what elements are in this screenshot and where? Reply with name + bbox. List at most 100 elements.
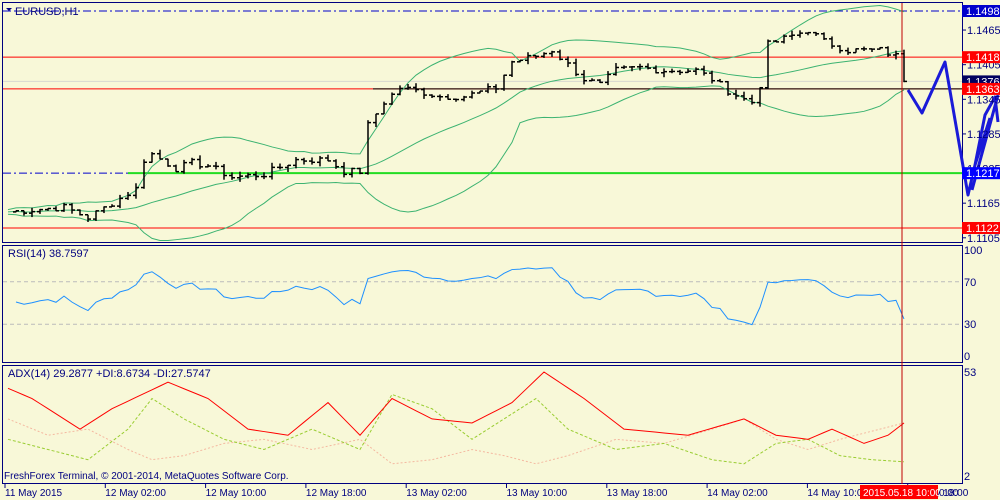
ohlc-bar — [189, 157, 195, 166]
adx-pane-frame — [2, 365, 963, 484]
ohlc-bar — [205, 164, 211, 168]
time-label: 11 May 2015 — [5, 488, 63, 499]
ohlc-bar — [293, 157, 299, 169]
price-tick-label: 1.1465 — [967, 25, 1000, 37]
ohlc-bar — [789, 30, 795, 40]
price-level-label: 1.1217 — [966, 168, 1000, 180]
bollinger-lower — [7, 85, 905, 242]
ohlc-bar — [421, 87, 427, 99]
ohlc-bar — [669, 68, 675, 74]
time-label: 14 May 10:00 — [807, 488, 868, 499]
ohlc-bar — [21, 210, 27, 216]
ohlc-bar — [877, 46, 883, 50]
price-tick-label: 1.1165 — [967, 198, 1000, 210]
ohlc-bar — [861, 46, 867, 51]
ohlc-bar — [301, 157, 307, 165]
adx-label: ADX(14) 29.2877 +DI:8.6734 -DI:27.5747 — [8, 368, 211, 380]
ohlc-bar — [453, 98, 459, 102]
ohlc-bar — [549, 50, 555, 57]
rsi-tick-label: 0 — [964, 351, 970, 363]
price-tick-label: 1.1285 — [967, 129, 1000, 141]
ohlc-bar — [693, 67, 699, 75]
ohlc-bar — [869, 48, 875, 52]
ohlc-bar — [605, 71, 611, 86]
price-level-label: 1.1498 — [966, 6, 1000, 18]
ohlc-bar — [181, 159, 187, 174]
ohlc-bar — [677, 69, 683, 75]
ohlc-bar — [813, 31, 819, 37]
ohlc-bar — [621, 65, 627, 69]
ohlc-bar — [445, 94, 451, 100]
ohlc-bar — [781, 34, 787, 44]
ohlc-bar — [885, 46, 891, 57]
ohlc-bar — [53, 206, 59, 212]
time-label-tail: 0:00 — [939, 488, 959, 499]
ohlc-bar — [173, 164, 179, 173]
adx-indicator — [7, 371, 905, 465]
adx-tick-label: 2 — [964, 471, 970, 483]
ohlc-bar — [133, 183, 139, 199]
ohlc-bar — [613, 63, 619, 76]
ohlc-bar — [325, 154, 331, 162]
time-label: 13 May 10:00 — [507, 488, 568, 499]
price-level-label: 1.1418 — [966, 52, 1000, 64]
ohlc-bar — [221, 164, 227, 180]
price-level-label: 1.1363 — [966, 84, 1000, 96]
ohlc-bar — [165, 158, 171, 167]
ohlc-bar — [197, 155, 203, 170]
ohlc-bar — [381, 101, 387, 115]
horizontal-levels — [3, 10, 962, 229]
ohlc-bar — [309, 157, 315, 165]
ohlc-bar — [429, 94, 435, 98]
ohlc-bar — [853, 48, 859, 54]
cursor-time-label: 2015.05.18 10:00 — [863, 488, 941, 499]
ohlc-bar — [477, 90, 483, 94]
ohlc-bar — [13, 210, 19, 213]
ohlc-bar — [733, 89, 739, 100]
ohlc-bar — [413, 83, 419, 93]
ohlc-bar — [821, 32, 827, 40]
minus-di-line — [7, 418, 905, 465]
ohlc-bar — [101, 206, 107, 214]
time-label: 12 May 02:00 — [105, 488, 166, 499]
time-label: 12 May 18:00 — [306, 488, 367, 499]
ohlc-bar — [517, 59, 523, 63]
ohlc-bar — [645, 63, 651, 70]
ohlc-bar — [573, 58, 579, 77]
ohlc-bar — [805, 31, 811, 36]
ohlc-bar — [461, 95, 467, 102]
price-tick-label: 1.1345 — [967, 94, 1000, 106]
ohlc-bar — [389, 92, 395, 105]
ohlc-bar — [565, 56, 571, 68]
ohlc-bar — [469, 90, 475, 99]
ohlc-bar — [437, 94, 443, 101]
rsi-tick-label: 30 — [964, 319, 976, 331]
rsi-indicator — [3, 267, 962, 326]
ohlc-bar — [837, 45, 843, 54]
rsi-line — [15, 267, 905, 326]
time-label: 14 May 02:00 — [707, 488, 768, 499]
ohlc-bar — [277, 163, 283, 170]
trading-chart[interactable]: 1.14651.14051.13451.12851.12251.11651.11… — [0, 0, 1000, 500]
ohlc-bar — [93, 210, 99, 221]
ohlc-bar — [213, 161, 219, 170]
rsi-label: RSI(14) 38.7597 — [8, 248, 89, 260]
symbol-label: EURUSD,H1 — [15, 6, 79, 18]
ohlc-bar — [341, 162, 347, 178]
ohlc-bar — [317, 155, 323, 167]
bollinger-upper — [7, 5, 905, 211]
ohlc-bar — [589, 78, 595, 82]
ohlc-bar — [797, 30, 803, 38]
main-pane-frame — [2, 2, 963, 243]
ohlc-bar — [509, 60, 515, 77]
price-axis: 1.14651.14051.13451.12851.12251.11651.11… — [962, 5, 1000, 483]
pane-frames — [2, 2, 963, 484]
ohlc-bar — [69, 203, 75, 214]
time-axis: 11 May 2015 12 May 02:00 12 May 10:00 12 Ma… — [4, 484, 969, 499]
copyright-text: FreshForex Terminal, © 2001-2014, MetaQu… — [4, 471, 289, 482]
time-label: 13 May 02:00 — [406, 488, 467, 499]
ohlc-bar — [485, 83, 491, 94]
ohlc-bar — [773, 39, 779, 43]
ohlc-bar — [117, 194, 123, 209]
adx-line — [7, 371, 905, 444]
